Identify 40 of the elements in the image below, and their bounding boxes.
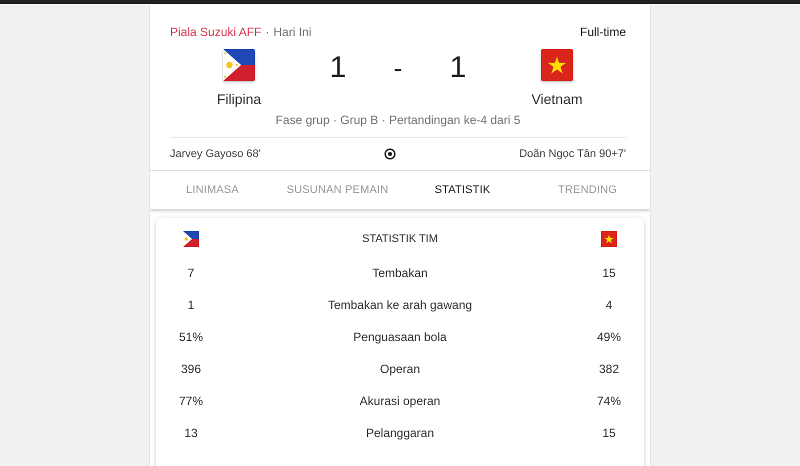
flag-icon — [183, 231, 199, 247]
match-date: Hari Ini — [273, 25, 312, 39]
flag-icon — [541, 49, 573, 81]
goal-scorer: Jarvey Gayoso 68' — [170, 148, 261, 160]
tab[interactable]: SUSUNAN PEMAIN — [275, 171, 400, 209]
team-name[interactable]: Vietnam — [531, 91, 583, 107]
separator-dot: · — [265, 25, 270, 39]
tab[interactable]: TRENDING — [525, 171, 650, 209]
stat-value: 15 — [602, 426, 616, 440]
team-name[interactable]: Filipina — [216, 91, 262, 107]
stats-title: STATISTIK TIM — [362, 233, 438, 245]
match-status: Full-time — [580, 25, 626, 39]
stat-value: 15 — [602, 266, 616, 280]
stat-label: Operan — [380, 362, 420, 376]
score-separator: - — [392, 52, 404, 84]
stat-label: Tembakan ke arah gawang — [328, 298, 472, 312]
competition-name[interactable]: Piala Suzuki AFF — [170, 25, 262, 39]
stat-value: 7 — [188, 266, 194, 280]
ball-icon — [384, 148, 396, 160]
goal-scorer: Doãn Ngọc Tân 90+7' — [519, 148, 626, 160]
tab[interactable]: STATISTIK — [400, 171, 525, 209]
stat-label: Akurasi operan — [360, 394, 440, 408]
stat-label: Pelanggaran — [366, 426, 434, 440]
team-score: 1 — [328, 51, 348, 85]
stat-value: 4 — [606, 298, 612, 312]
stat-value: 49% — [596, 330, 622, 344]
tab[interactable]: LINIMASA — [150, 171, 275, 209]
stat-value: 74% — [596, 394, 622, 408]
stat-value: 382 — [598, 362, 620, 376]
stat-value: 51% — [178, 330, 204, 344]
stat-value: 396 — [180, 362, 202, 376]
team-score: 1 — [448, 51, 468, 85]
flag-icon — [601, 231, 617, 247]
flag-icon — [223, 49, 255, 81]
stat-label: Penguasaan bola — [353, 330, 447, 344]
stat-label: Tembakan — [372, 266, 428, 280]
match-info: Fase grup · Grup B · Pertandingan ke-4 dari 5 — [274, 113, 522, 127]
stat-value: 77% — [178, 394, 204, 408]
stat-value: 13 — [184, 426, 198, 440]
stat-value: 1 — [188, 298, 194, 312]
